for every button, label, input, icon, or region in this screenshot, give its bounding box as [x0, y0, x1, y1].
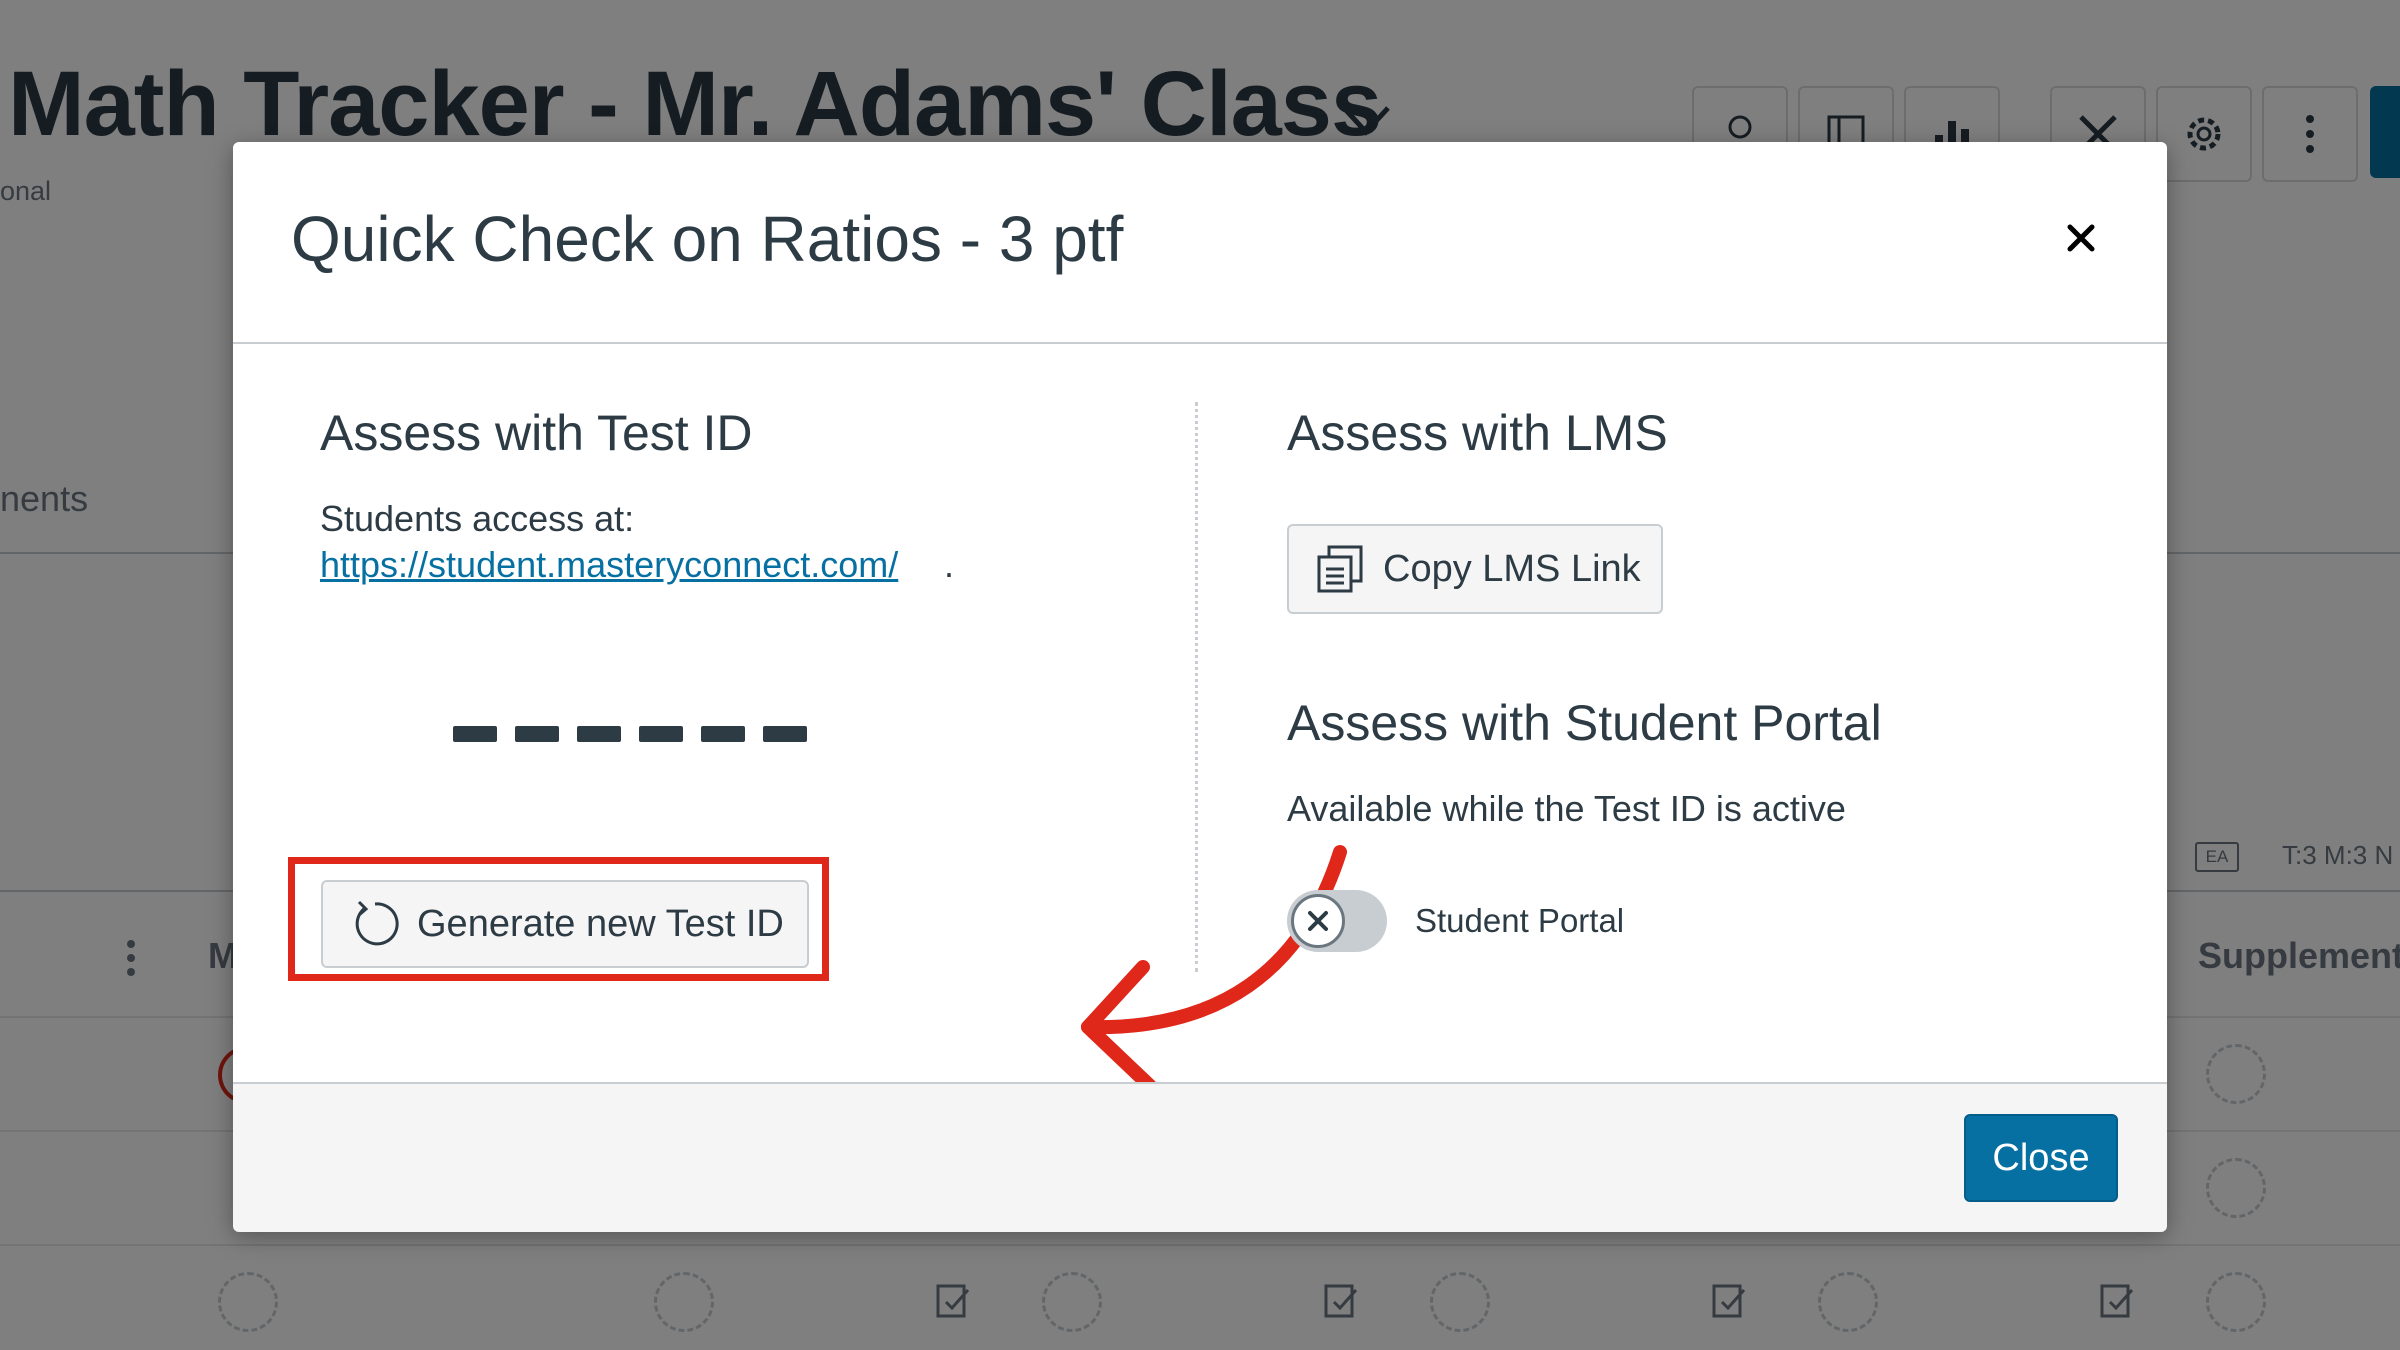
link-suffix: . — [944, 544, 955, 585]
section-heading-test-id: Assess with Test ID — [320, 405, 753, 461]
close-icon — [1308, 911, 1328, 931]
student-portal-toggle[interactable] — [1287, 890, 1387, 952]
test-id-placeholder — [453, 726, 807, 742]
access-label: Students access at: — [320, 498, 635, 539]
modal-footer — [233, 1082, 2167, 1232]
section-heading-lms: Assess with LMS — [1287, 405, 1668, 461]
generate-test-id-button[interactable]: Generate new Test ID — [321, 880, 809, 968]
close-icon — [2067, 224, 2095, 252]
toggle-knob — [1291, 894, 1345, 948]
modal-header: Quick Check on Ratios - 3 ptf — [233, 142, 2167, 344]
close-icon-button[interactable] — [2051, 208, 2111, 268]
copy-lms-link-button[interactable]: Copy LMS Link — [1287, 524, 1663, 614]
assessment-modal: Quick Check on Ratios - 3 ptf Assess wit… — [233, 142, 2167, 1232]
student-access-link[interactable]: https://student.masteryconnect.com/ — [320, 544, 898, 586]
close-button[interactable]: Close — [1964, 1114, 2118, 1202]
student-portal-toggle-label: Student Portal — [1415, 902, 1625, 939]
column-divider — [1195, 402, 1198, 972]
modal-title: Quick Check on Ratios - 3 ptf — [291, 203, 1124, 275]
student-portal-description: Available while the Test ID is active — [1287, 788, 1846, 829]
section-heading-student-portal: Assess with Student Portal — [1287, 695, 1882, 751]
copy-icon — [1317, 545, 1363, 593]
copy-lms-link-label: Copy LMS Link — [1383, 547, 1641, 590]
refresh-icon — [355, 900, 399, 946]
generate-test-id-label: Generate new Test ID — [417, 902, 784, 945]
